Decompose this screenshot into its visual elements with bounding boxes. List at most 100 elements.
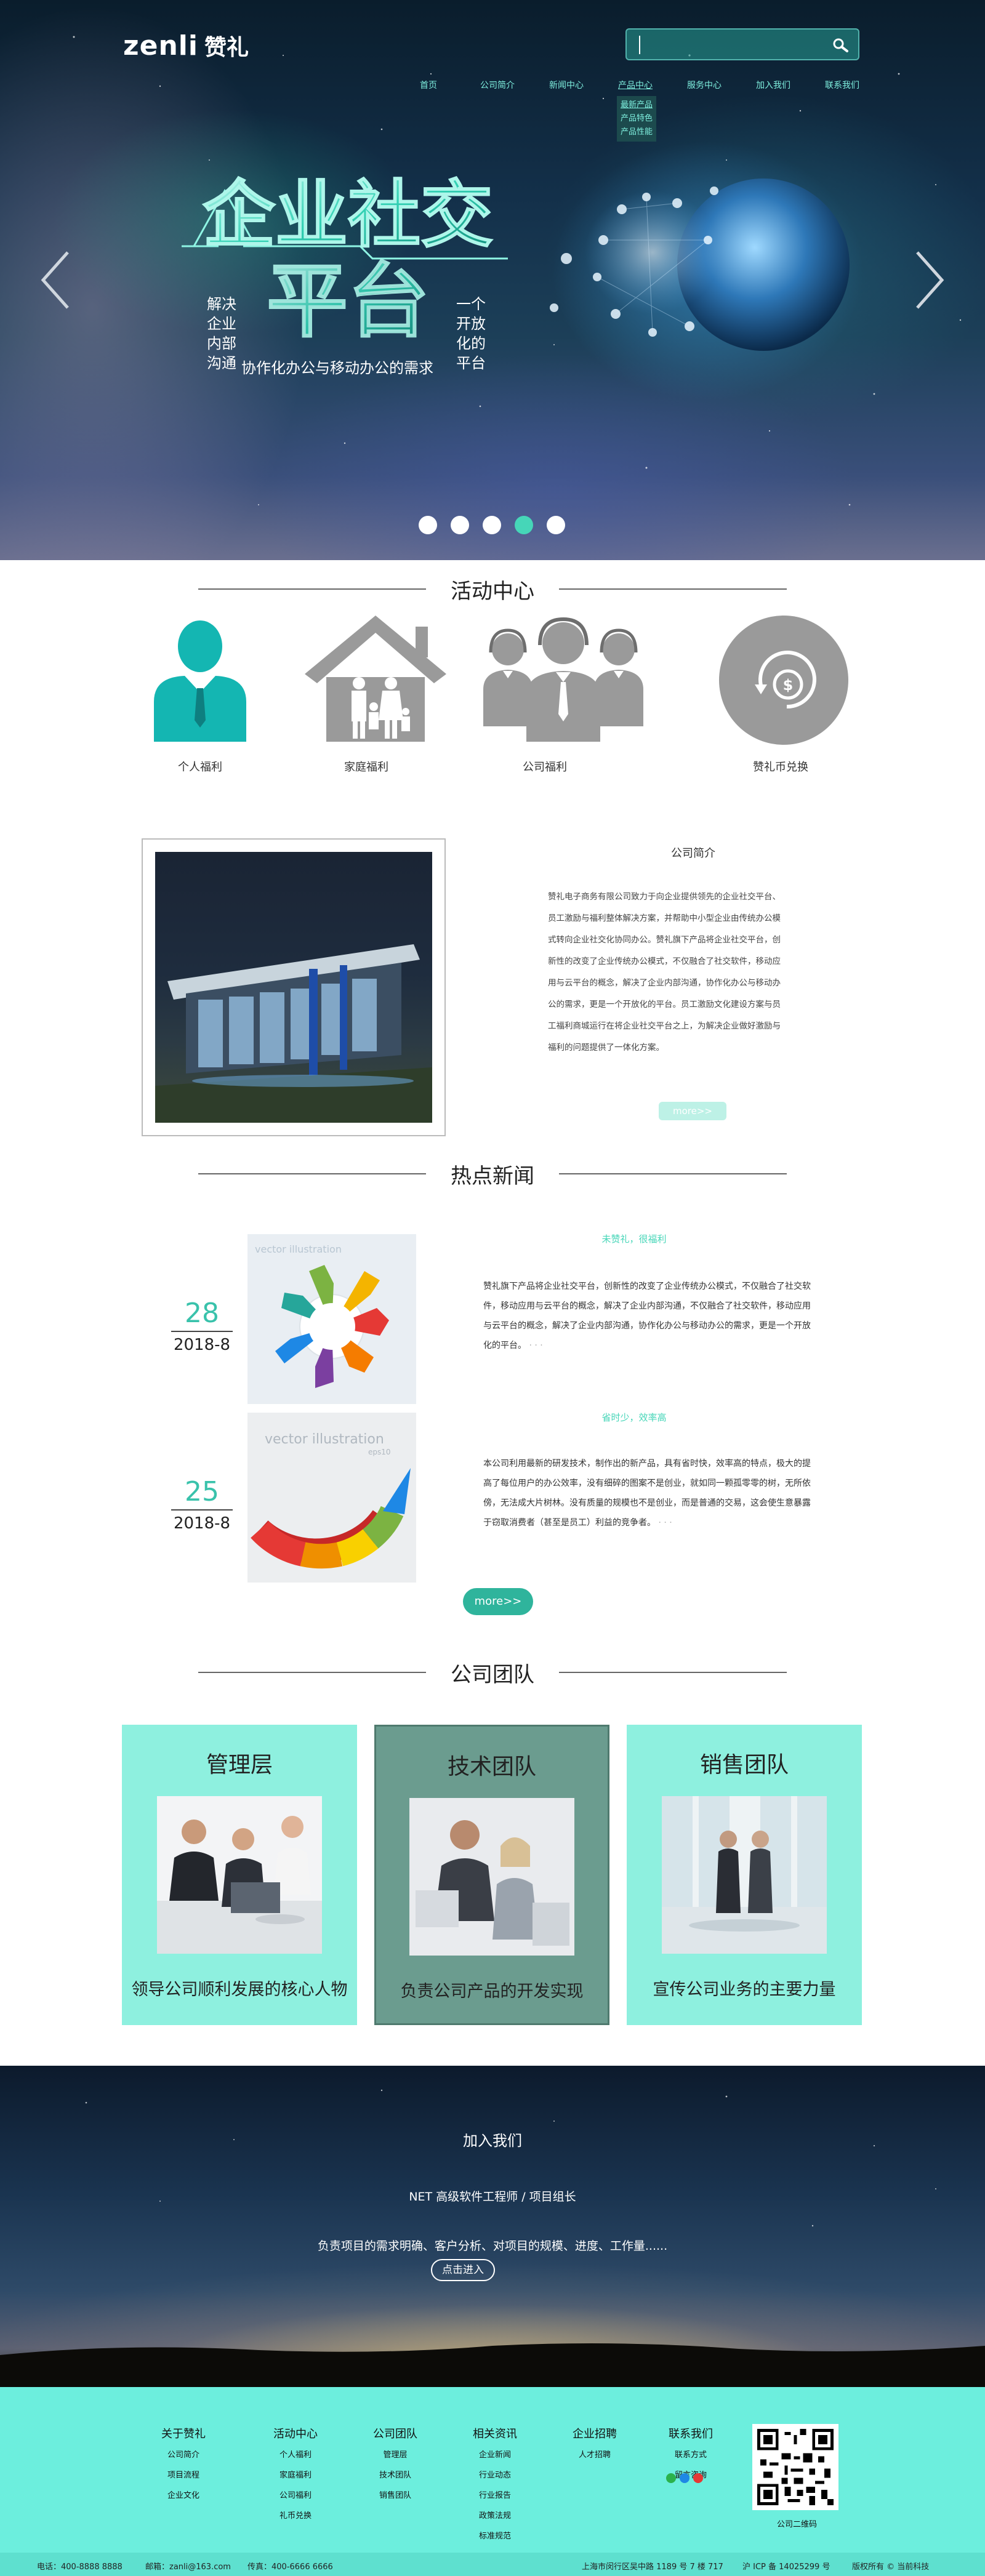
news-day-2: 25 (185, 1476, 219, 1507)
footer-link[interactable]: 家庭福利 (273, 2465, 318, 2486)
footer-col-title: 关于赞礼 (161, 2428, 206, 2441)
qr-code-image (752, 2424, 838, 2510)
nav-item-join[interactable]: 加入我们 (739, 79, 808, 91)
logo-chinese-name: 赞礼 (204, 35, 249, 60)
logo[interactable]: zenli 赞礼 (123, 30, 249, 62)
slider-dot-1[interactable] (419, 516, 437, 534)
footer-col-title: 活动中心 (273, 2428, 318, 2441)
submenu-item-latest[interactable]: 最新产品 (621, 98, 653, 112)
footer-link[interactable]: 行业报告 (473, 2486, 517, 2506)
footer-link[interactable]: 联系方式 (669, 2445, 713, 2465)
nav-item-service[interactable]: 服务中心 (670, 79, 739, 91)
footer-link[interactable]: 销售团队 (373, 2486, 417, 2506)
footer: 关于赞礼 公司简介 项目流程 企业文化 活动中心 个人福利 家庭福利 公司福利 … (0, 2387, 985, 2576)
team-card-sales[interactable]: 销售团队 宣传公司业务的主要力量 (627, 1725, 862, 2025)
hero-title-line1: 企业社交 (203, 172, 493, 257)
svg-text:$: $ (783, 676, 794, 694)
nav-item-news[interactable]: 新闻中心 (532, 79, 601, 91)
footer-link[interactable]: 公司福利 (273, 2486, 318, 2506)
footer-col-title: 联系我们 (669, 2428, 713, 2441)
social-icons (666, 2473, 703, 2483)
footer-col-about: 关于赞礼 公司简介 项目流程 企业文化 (161, 2425, 206, 2506)
slider-prev-arrow-icon[interactable] (37, 246, 74, 314)
nav-item-about[interactable]: 公司简介 (463, 79, 532, 91)
footer-link[interactable]: 标准规范 (473, 2526, 517, 2546)
footer-col-title: 相关资讯 (473, 2428, 517, 2441)
footer-fax: 传真：400-6666 6666 (247, 2562, 333, 2572)
activity-item-coin-exchange[interactable]: $ 赞礼币兑换 (719, 616, 848, 774)
sales-team-photo (662, 1796, 827, 1954)
join-title: 加入我们 (463, 2132, 522, 2149)
submenu-item-performance[interactable]: 产品性能 (621, 126, 653, 139)
footer-link[interactable]: 项目流程 (161, 2465, 206, 2486)
logo-wordmark: zenli (123, 30, 198, 62)
activity-item-company[interactable]: 公司福利 (483, 616, 643, 774)
title-rule-right (559, 1173, 787, 1174)
join-us-banner: 加入我们 NET 高级软件工程师 / 项目组长 负责项目的需求明确、客户分析、对… (0, 2066, 985, 2387)
footer-email[interactable]: 邮箱：zanli@163.com (145, 2560, 231, 2572)
join-enter-button[interactable]: 点击进入 (431, 2259, 495, 2281)
qr-code-caption: 公司二维码 (777, 2520, 818, 2529)
house-family-icon (305, 616, 446, 742)
slider-dot-4[interactable] (515, 516, 533, 534)
news-headline-2[interactable]: 省时少，效率高 (462, 1411, 806, 1424)
join-description: 负责项目的需求明确、客户分析、对项目的规模、进度、工作量...... (317, 2239, 668, 2253)
footer-link[interactable]: 行业动态 (473, 2465, 517, 2486)
products-submenu: 最新产品 产品特色 产品性能 (617, 96, 657, 142)
footer-address: 上海市闵行区吴中路 1189 号 7 楼 717 (582, 2562, 723, 2572)
footer-phone: 电话：400-8888 8888 (37, 2562, 123, 2572)
about-more-button[interactable]: more>> (659, 1102, 726, 1120)
slider-next-arrow-icon[interactable] (911, 246, 948, 314)
slider-dot-5[interactable] (547, 516, 565, 534)
team-card-tech[interactable]: 技术团队 负责公司产品的开发实现 (374, 1725, 609, 2025)
wechat-icon[interactable] (666, 2473, 676, 2483)
news-image-1[interactable]: vector illustration (247, 1234, 416, 1404)
news-day-1: 28 (185, 1298, 219, 1329)
footer-icp[interactable]: 沪 ICP 备 14025299 号 (742, 2560, 830, 2572)
footer-link[interactable]: 人才招聘 (573, 2445, 617, 2465)
footer-col-activity: 活动中心 个人福利 家庭福利 公司福利 礼币兑换 (273, 2425, 318, 2526)
title-rule-right (559, 588, 787, 590)
about-text: 赞礼电子商务有限公司致力于向企业提供领先的企业社交平台、员工激励与福利整体解决方… (548, 892, 781, 1053)
footer-col-title: 公司团队 (373, 2428, 417, 2441)
hero-left-caption: 解决 企业 内部 沟通 (207, 295, 236, 372)
news-headline-1[interactable]: 未赞礼，很福利 (462, 1232, 806, 1245)
qq-icon[interactable] (680, 2473, 690, 2483)
weibo-icon[interactable] (693, 2473, 703, 2483)
svg-text:eps10: eps10 (368, 1448, 391, 1456)
management-photo (157, 1796, 322, 1954)
news-image-2[interactable]: vector illustration eps10 (247, 1413, 416, 1583)
news-body-1: 赞礼旗下产品将企业社交平台，创新性的改变了企业传统办公模式，不仅融合了社交软件，… (483, 1282, 811, 1350)
team-title-text: 公司团队 (451, 1662, 534, 1687)
activity-item-personal[interactable]: 个人福利 (139, 616, 262, 774)
news-date-1: 28 2018-8 (165, 1299, 239, 1354)
slider-dot-2[interactable] (451, 516, 469, 534)
about-image-frame (142, 838, 446, 1136)
team-card-management[interactable]: 管理层 领导公司顺利发展的核心人物 (122, 1725, 357, 2025)
footer-link[interactable]: 个人福利 (273, 2445, 318, 2465)
team-section-title: 公司团队 (0, 1657, 985, 1688)
footer-link[interactable]: 公司简介 (161, 2445, 206, 2465)
slider-dots (419, 516, 565, 534)
nav-item-home[interactable]: 首页 (394, 79, 463, 91)
activity-item-family[interactable]: 家庭福利 (305, 616, 446, 774)
search-input[interactable] (639, 36, 824, 54)
slider-dot-3[interactable] (483, 516, 501, 534)
footer-link[interactable]: 政策法规 (473, 2506, 517, 2526)
person-icon (154, 620, 246, 742)
search-icon[interactable] (831, 36, 850, 55)
nav-item-products-label: 产品中心 (618, 81, 653, 90)
submenu-item-features[interactable]: 产品特色 (621, 112, 653, 126)
footer-link[interactable]: 企业新闻 (473, 2445, 517, 2465)
footer-link[interactable]: 管理层 (373, 2445, 417, 2465)
join-position: NET 高级软件工程师 / 项目组长 (409, 2190, 576, 2204)
title-rule-left (198, 588, 426, 590)
footer-link[interactable]: 技术团队 (373, 2465, 417, 2486)
footer-link[interactable]: 礼币兑换 (273, 2506, 318, 2526)
nav-item-products[interactable]: 产品中心 最新产品 产品特色 产品性能 (601, 79, 670, 142)
news-more-button[interactable]: more>> (463, 1588, 533, 1615)
page: zenli 赞礼 首页 公司简介 新闻中心 产品中心 最新产品 产品特色 产品性… (0, 0, 985, 2576)
footer-link[interactable]: 企业文化 (161, 2486, 206, 2506)
team-desc-sales: 宣传公司业务的主要力量 (653, 1980, 836, 1999)
nav-item-contact[interactable]: 联系我们 (808, 79, 877, 91)
